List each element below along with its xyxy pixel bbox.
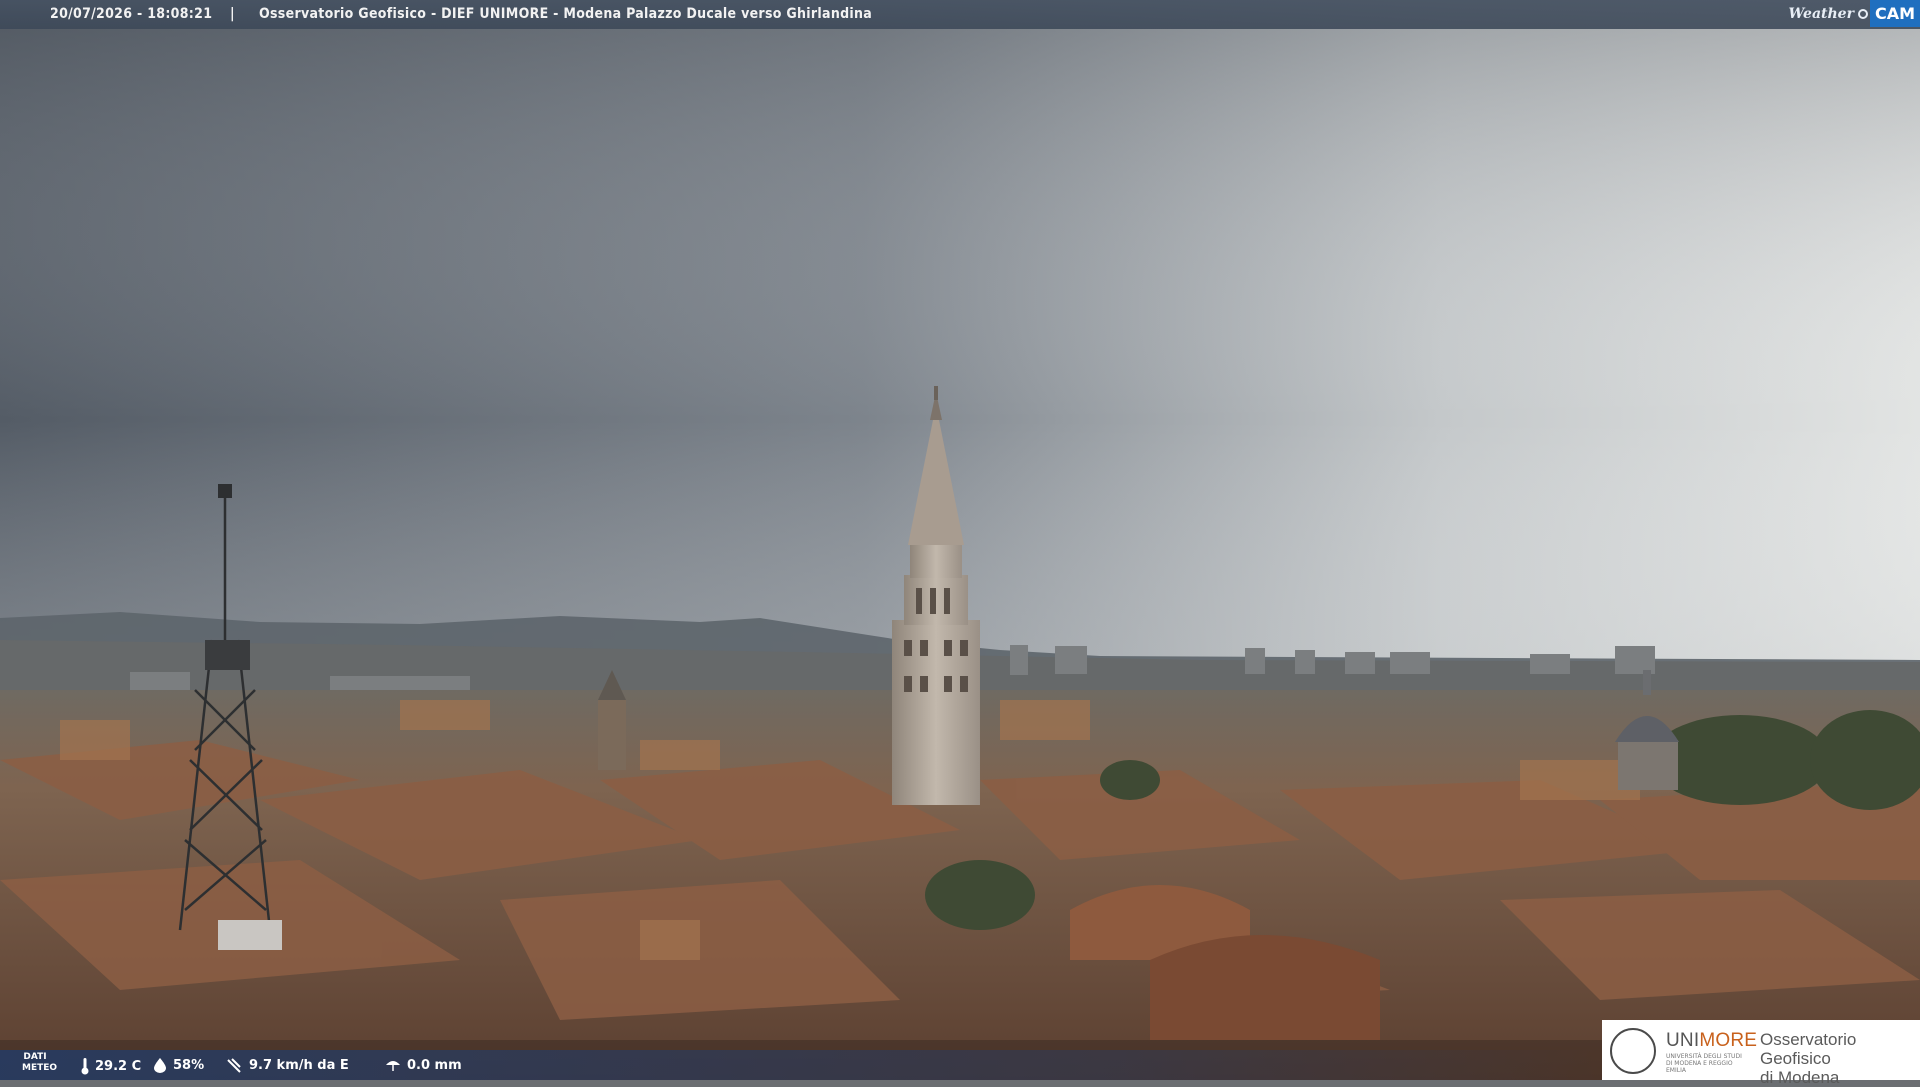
datetime: 20/07/2026 - 18:08:21 bbox=[50, 6, 213, 22]
wind-reading: 9.7 km/h da E bbox=[226, 1057, 349, 1073]
brand-cam-text: CAM bbox=[1869, 0, 1920, 27]
humidity-value: 58% bbox=[173, 1057, 205, 1073]
unimore-wordmark-more: MORE bbox=[1699, 1030, 1758, 1051]
unimore-seal-icon bbox=[1610, 1028, 1656, 1074]
humidity-reading: 58% bbox=[152, 1057, 204, 1073]
camera-title: Osservatorio Geofisico - DIEF UNIMORE - … bbox=[259, 6, 873, 22]
observatory-line1: Osservatorio Geofisico bbox=[1760, 1030, 1857, 1068]
unimore-logo-box: UNIMORE UNIVERSITÀ DEGLI STUDI DI MODENA… bbox=[1602, 1020, 1920, 1087]
rain-gauge-icon bbox=[386, 1061, 400, 1071]
unimore-wordmark-uni: UNI bbox=[1666, 1030, 1700, 1051]
brand-dot-icon bbox=[1857, 8, 1868, 19]
weather-label-line2: METEO bbox=[22, 1063, 58, 1073]
webcam-photo bbox=[0, 0, 1920, 1080]
temperature-value: 29.2 C bbox=[95, 1058, 142, 1074]
wind-icon bbox=[227, 1058, 241, 1073]
unimore-subtitle: UNIVERSITÀ DEGLI STUDI DI MODENA E REGGI… bbox=[1666, 1053, 1742, 1074]
thermometer-icon bbox=[81, 1058, 89, 1075]
rain-reading: 0.0 mm bbox=[384, 1057, 462, 1073]
header-separator: | bbox=[230, 6, 235, 22]
observatory-line2: di Modena bbox=[1760, 1068, 1840, 1087]
rain-value: 0.0 mm bbox=[407, 1057, 462, 1073]
humidity-drop-icon bbox=[154, 1058, 166, 1073]
weathercam-logo: Weather CAM bbox=[1788, 0, 1920, 27]
header-bar: 20/07/2026 - 18:08:21 | Osservatorio Geo… bbox=[0, 0, 1920, 29]
unimore-wordmark: UNIMORE bbox=[1666, 1030, 1757, 1052]
weather-label-line1: DATI bbox=[23, 1052, 47, 1062]
observatory-name: Osservatorio Geofisico di Modena bbox=[1760, 1030, 1920, 1087]
weather-data-strip: DATI METEO 29.2 C 58% 9.7 km/h da E 0.0 … bbox=[0, 1050, 1600, 1080]
weather-label: DATI METEO bbox=[22, 1052, 58, 1074]
wind-value: 9.7 km/h da E bbox=[249, 1057, 349, 1073]
temperature-reading: 29.2 C bbox=[80, 1057, 141, 1075]
brand-weather-text: Weather bbox=[1788, 5, 1854, 22]
